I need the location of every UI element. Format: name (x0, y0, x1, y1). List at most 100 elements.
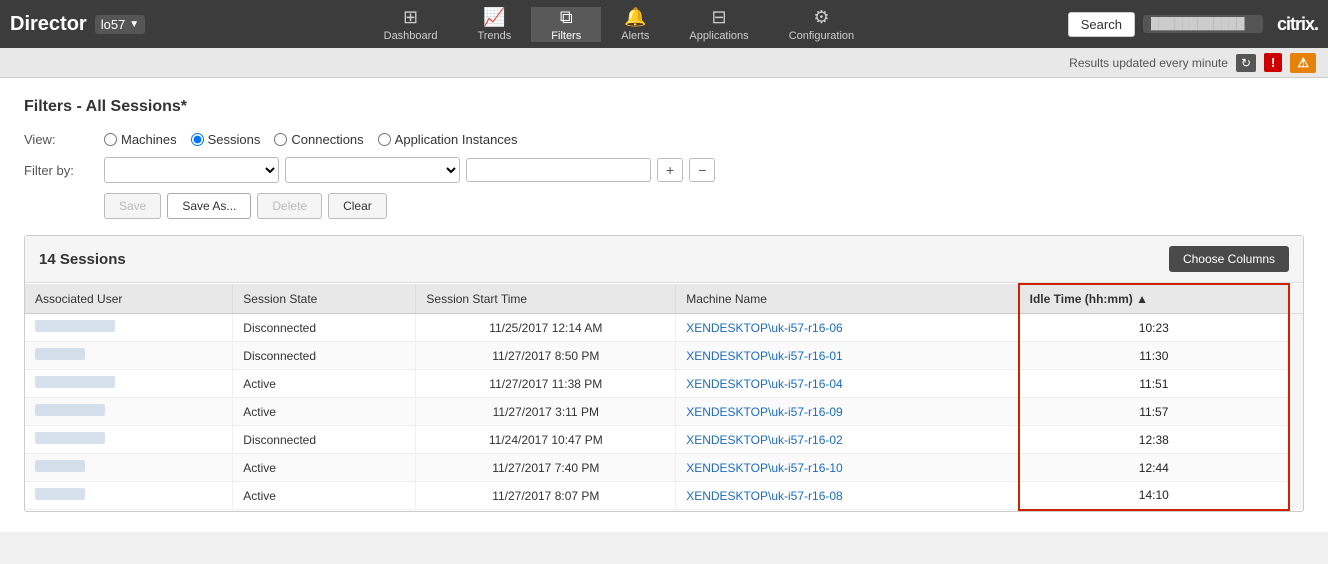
filter-section: View: Machines Sessions Connections Appl… (24, 132, 1304, 219)
cell-state: Disconnected (233, 426, 416, 454)
action-buttons: Save Save As... Delete Clear (104, 193, 1304, 219)
scroll-spacer (1289, 314, 1303, 342)
cell-machine[interactable]: XENDESKTOP\uk-i57-r16-04 (676, 370, 1019, 398)
remove-filter-button[interactable]: − (689, 158, 715, 182)
nav-applications-label: Applications (689, 30, 748, 42)
filter-text-input[interactable] (466, 158, 651, 182)
cell-machine[interactable]: XENDESKTOP\uk-i57-r16-08 (676, 482, 1019, 510)
filters-icon: ⧉ (560, 7, 573, 28)
nav-filters[interactable]: ⧉ Filters (531, 7, 601, 42)
alert-button[interactable]: ! (1264, 53, 1282, 72)
cell-start-time: 11/24/2017 10:47 PM (416, 426, 676, 454)
table-header-bar: 14 Sessions Choose Columns (25, 236, 1303, 283)
top-navigation: Director lo57 ▼ ⊞ Dashboard 📈 Trends ⧉ F… (0, 0, 1328, 48)
col-machine[interactable]: Machine Name (676, 284, 1019, 314)
machine-link[interactable]: XENDESKTOP\uk-i57-r16-10 (686, 461, 843, 475)
sessions-data-table: Associated User Session State Session St… (25, 283, 1303, 511)
cell-user (25, 314, 233, 342)
user-blur (35, 460, 85, 472)
filter-select-2[interactable] (285, 157, 460, 183)
user-info: ████████████ (1143, 15, 1263, 33)
cell-machine[interactable]: XENDESKTOP\uk-i57-r16-01 (676, 342, 1019, 370)
cell-state: Active (233, 454, 416, 482)
warning-button[interactable]: ⚠ (1290, 53, 1316, 73)
site-selector[interactable]: lo57 ▼ (95, 15, 145, 34)
cell-start-time: 11/27/2017 8:50 PM (416, 342, 676, 370)
radio-connections-label: Connections (291, 132, 363, 147)
cell-idle-time: 12:38 (1019, 426, 1289, 454)
status-bar: Results updated every minute ↻ ! ⚠ (0, 48, 1328, 78)
table-row: Active11/27/2017 11:38 PM XENDESKTOP\uk-i… (25, 370, 1303, 398)
nav-trends[interactable]: 📈 Trends (457, 7, 531, 42)
nav-configuration[interactable]: ⚙ Configuration (769, 7, 874, 42)
cell-idle-time: 12:44 (1019, 454, 1289, 482)
filter-select-1[interactable] (104, 157, 279, 183)
sessions-table-section: 14 Sessions Choose Columns Associated Us… (24, 235, 1304, 512)
topnav-right: Search ████████████ citrix. (1068, 12, 1318, 37)
cell-machine[interactable]: XENDESKTOP\uk-i57-r16-10 (676, 454, 1019, 482)
cell-machine[interactable]: XENDESKTOP\uk-i57-r16-09 (676, 398, 1019, 426)
nav-trends-label: Trends (477, 30, 511, 42)
configuration-icon: ⚙ (813, 7, 829, 28)
table-row: Disconnected11/27/2017 8:50 PM XENDESKTOP… (25, 342, 1303, 370)
user-blur (35, 348, 85, 360)
machine-link[interactable]: XENDESKTOP\uk-i57-r16-08 (686, 489, 843, 503)
col-state[interactable]: Session State (233, 284, 416, 314)
cell-user (25, 370, 233, 398)
cell-start-time: 11/27/2017 11:38 PM (416, 370, 676, 398)
page-title: Filters - All Sessions* (24, 98, 1304, 116)
radio-appinstances[interactable]: Application Instances (378, 132, 518, 147)
cell-state: Disconnected (233, 314, 416, 342)
nav-dashboard[interactable]: ⊞ Dashboard (364, 7, 458, 42)
nav-dashboard-label: Dashboard (384, 30, 438, 42)
save-as-button[interactable]: Save As... (167, 193, 251, 219)
status-text: Results updated every minute (1069, 56, 1228, 70)
cell-idle-time: 14:10 (1019, 482, 1289, 510)
radio-sessions[interactable]: Sessions (191, 132, 261, 147)
add-filter-button[interactable]: + (657, 158, 683, 182)
site-name: lo57 (101, 17, 126, 32)
machine-link[interactable]: XENDESKTOP\uk-i57-r16-02 (686, 433, 843, 447)
nav-alerts-label: Alerts (621, 30, 649, 42)
radio-connections-input[interactable] (274, 133, 287, 146)
refresh-button[interactable]: ↻ (1236, 54, 1256, 72)
cell-state: Active (233, 482, 416, 510)
cell-state: Active (233, 370, 416, 398)
machine-link[interactable]: XENDESKTOP\uk-i57-r16-09 (686, 405, 843, 419)
cell-user (25, 342, 233, 370)
nav-alerts[interactable]: 🔔 Alerts (601, 7, 669, 42)
cell-start-time: 11/27/2017 8:07 PM (416, 482, 676, 510)
radio-connections[interactable]: Connections (274, 132, 363, 147)
radio-machines-input[interactable] (104, 133, 117, 146)
col-start-time[interactable]: Session Start Time (416, 284, 676, 314)
machine-link[interactable]: XENDESKTOP\uk-i57-r16-04 (686, 377, 843, 391)
col-idle-time[interactable]: Idle Time (hh:mm) ▲ (1019, 284, 1289, 314)
nav-configuration-label: Configuration (789, 30, 854, 42)
user-blur (35, 404, 105, 416)
scrollbar-header (1289, 284, 1303, 314)
radio-appinstances-label: Application Instances (395, 132, 518, 147)
cell-start-time: 11/27/2017 7:40 PM (416, 454, 676, 482)
cell-machine[interactable]: XENDESKTOP\uk-i57-r16-06 (676, 314, 1019, 342)
radio-appinstances-input[interactable] (378, 133, 391, 146)
user-blur (35, 320, 115, 332)
search-button[interactable]: Search (1068, 12, 1135, 37)
scroll-spacer (1289, 426, 1303, 454)
nav-applications[interactable]: ⊟ Applications (669, 7, 768, 42)
cell-state: Disconnected (233, 342, 416, 370)
scroll-spacer (1289, 454, 1303, 482)
filterby-row: Filter by: + − (24, 157, 1304, 183)
choose-columns-button[interactable]: Choose Columns (1169, 246, 1289, 272)
radio-machines[interactable]: Machines (104, 132, 177, 147)
machine-link[interactable]: XENDESKTOP\uk-i57-r16-06 (686, 321, 843, 335)
machine-link[interactable]: XENDESKTOP\uk-i57-r16-01 (686, 349, 843, 363)
filterby-label: Filter by: (24, 163, 94, 178)
save-button[interactable]: Save (104, 193, 161, 219)
delete-button[interactable]: Delete (257, 193, 322, 219)
sessions-count: 14 Sessions (39, 251, 126, 268)
cell-machine[interactable]: XENDESKTOP\uk-i57-r16-02 (676, 426, 1019, 454)
cell-start-time: 11/25/2017 12:14 AM (416, 314, 676, 342)
radio-sessions-input[interactable] (191, 133, 204, 146)
col-user[interactable]: Associated User (25, 284, 233, 314)
clear-button[interactable]: Clear (328, 193, 387, 219)
